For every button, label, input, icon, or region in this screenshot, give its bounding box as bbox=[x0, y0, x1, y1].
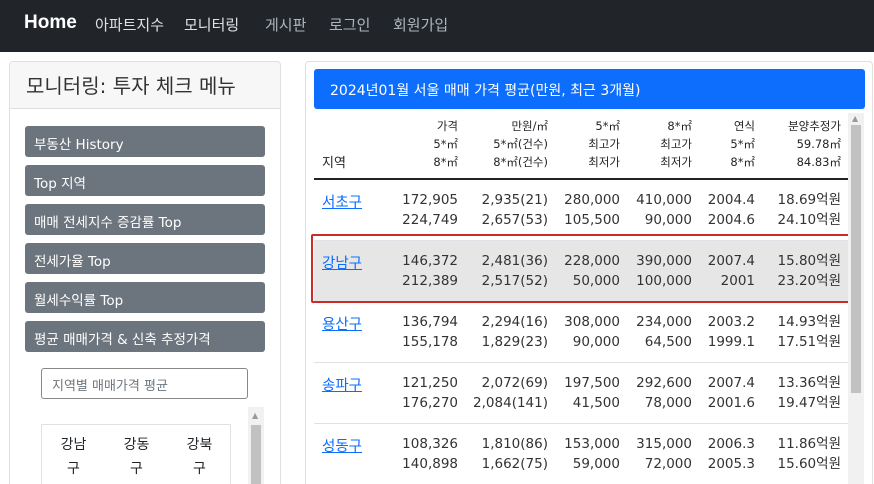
cell-price: 121,250 176,270 bbox=[402, 375, 458, 411]
cell-8-max-min: 410,000 90,000 bbox=[636, 192, 692, 228]
region-item-gangdong[interactable]: 강동 구 bbox=[105, 433, 168, 481]
scrollbar-thumb[interactable] bbox=[851, 125, 861, 393]
table-scrollbar[interactable]: ▲ bbox=[848, 113, 864, 484]
monitoring-menu-card: 모니터링: 투자 체크 메뉴 부동산 History Top 지역 매매 전세지… bbox=[9, 61, 281, 484]
header-year-built: 연식 5*㎡ 8*㎡ bbox=[730, 119, 755, 169]
menu-button-index-change-top[interactable]: 매매 전세지수 증감률 Top bbox=[25, 204, 265, 235]
region-link-songpa[interactable]: 송파구 bbox=[322, 374, 362, 395]
nav-link-login[interactable]: 로그인 bbox=[329, 14, 370, 35]
cell-price: 136,794 155,178 bbox=[402, 314, 458, 350]
region-link-yongsan[interactable]: 용산구 bbox=[322, 313, 362, 334]
cell-presale-estimate: 13.36억원 19.47억원 bbox=[777, 375, 842, 411]
cell-per-sqm: 2,072(69) 2,084(141) bbox=[473, 375, 548, 411]
cell-presale-estimate: 18.69억원 24.10억원 bbox=[777, 192, 842, 228]
region-list-scrollbar[interactable]: ▲ bbox=[248, 407, 264, 484]
table-row: 송파구 121,250 176,270 2,072(69) 2,084(141)… bbox=[314, 363, 849, 424]
table-title: 2024년01월 서울 매매 가격 평균(만원, 최근 3개월) bbox=[314, 69, 865, 109]
region-label: 강남 구 bbox=[60, 437, 87, 477]
header-8-max-min: 8*㎡ 최고가 최저가 bbox=[660, 119, 692, 169]
region-list: 강남 구 강동 구 강북 구 bbox=[41, 424, 231, 484]
region-label: 강동 구 bbox=[123, 437, 150, 477]
table-row: 용산구 136,794 155,178 2,294(16) 1,829(23) … bbox=[314, 302, 849, 363]
region-label: 강북 구 bbox=[186, 437, 213, 477]
region-item-gangbuk[interactable]: 강북 구 bbox=[168, 433, 231, 481]
header-5-max-min: 5*㎡ 최고가 최저가 bbox=[588, 119, 620, 169]
cell-presale-estimate: 11.86억원 15.60억원 bbox=[777, 436, 842, 472]
highlight-box bbox=[311, 234, 851, 303]
table-row: 서초구 172,905 224,749 2,935(21) 2,657(53) … bbox=[314, 180, 849, 241]
top-navbar: Home 아파트지수 모니터링 게시판 로그인 회원가입 bbox=[0, 0, 874, 52]
region-search-input[interactable]: 지역별 매매가격 평균 bbox=[41, 368, 248, 399]
cell-per-sqm: 2,935(21) 2,657(53) bbox=[481, 192, 548, 228]
home-brand-link[interactable]: Home bbox=[24, 12, 77, 34]
region-link-seocho[interactable]: 서초구 bbox=[322, 191, 362, 212]
nav-link-signup[interactable]: 회원가입 bbox=[393, 14, 448, 35]
cell-year-built: 2007.4 2001.6 bbox=[707, 375, 755, 411]
region-link-seongdong[interactable]: 성동구 bbox=[322, 435, 362, 456]
cell-5-max-min: 197,500 41,500 bbox=[564, 375, 620, 411]
header-price: 가격 5*㎡ 8*㎡ bbox=[433, 119, 458, 169]
menu-button-jeonse-ratio-top[interactable]: 전세가율 Top bbox=[25, 243, 265, 274]
cell-per-sqm: 2,294(16) 1,829(23) bbox=[481, 314, 548, 350]
cell-5-max-min: 153,000 59,000 bbox=[564, 436, 620, 472]
menu-button-rent-yield-top[interactable]: 월세수익률 Top bbox=[25, 282, 265, 313]
cell-year-built: 2003.2 1999.1 bbox=[707, 314, 755, 350]
cell-year-built: 2006.3 2005.3 bbox=[707, 436, 755, 472]
nav-link-monitoring[interactable]: 모니터링 bbox=[184, 14, 239, 35]
menu-button-history[interactable]: 부동산 History bbox=[25, 126, 265, 157]
cell-per-sqm: 1,810(86) 1,662(75) bbox=[481, 436, 548, 472]
region-item-gangnam[interactable]: 강남 구 bbox=[42, 433, 105, 481]
cell-8-max-min: 315,000 72,000 bbox=[636, 436, 692, 472]
cell-5-max-min: 280,000 105,500 bbox=[564, 192, 620, 228]
menu-card-title: 모니터링: 투자 체크 메뉴 bbox=[10, 62, 280, 109]
cell-year-built: 2004.4 2004.6 bbox=[707, 192, 755, 228]
menu-button-top-region[interactable]: Top 지역 bbox=[25, 165, 265, 196]
nav-link-board[interactable]: 게시판 bbox=[265, 14, 306, 35]
cell-price: 172,905 224,749 bbox=[402, 192, 458, 228]
scroll-up-arrow-icon[interactable]: ▲ bbox=[252, 411, 258, 420]
cell-8-max-min: 292,600 78,000 bbox=[636, 375, 692, 411]
scroll-up-arrow-icon[interactable]: ▲ bbox=[852, 114, 858, 123]
header-presale-estimate: 분양추정가 59.78㎡ 84.83㎡ bbox=[788, 119, 841, 169]
header-per-sqm: 만원/㎡ 5*㎡(건수) 8*㎡(건수) bbox=[493, 119, 548, 169]
cell-5-max-min: 308,000 90,000 bbox=[564, 314, 620, 350]
header-region: 지역 bbox=[322, 156, 346, 171]
cell-price: 108,326 140,898 bbox=[402, 436, 458, 472]
table-row: 성동구 108,326 140,898 1,810(86) 1,662(75) … bbox=[314, 424, 849, 484]
scrollbar-thumb[interactable] bbox=[251, 425, 261, 484]
cell-presale-estimate: 14.93억원 17.51억원 bbox=[777, 314, 842, 350]
cell-8-max-min: 234,000 64,500 bbox=[636, 314, 692, 350]
menu-button-avg-price-estimate[interactable]: 평균 매매가격 & 신축 추정가격 bbox=[25, 321, 265, 352]
nav-link-apt-index[interactable]: 아파트지수 bbox=[95, 14, 164, 35]
